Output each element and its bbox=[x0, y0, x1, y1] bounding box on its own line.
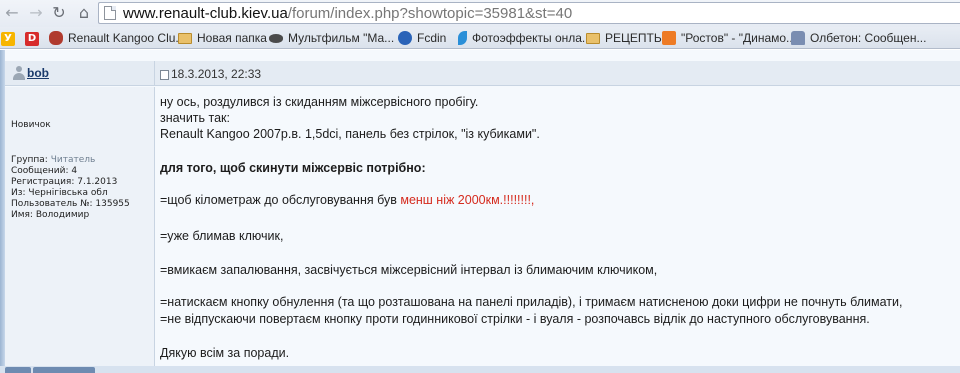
yellow-app-icon[interactable]: У bbox=[1, 32, 15, 46]
highlight-text: менш ніж 2000км.!!!!!!!!, bbox=[400, 193, 535, 207]
bookmark-new-folder[interactable]: Новая папка bbox=[178, 30, 267, 46]
bookmark-photo-effects[interactable]: Фотоэффекты онла... bbox=[458, 30, 592, 46]
blogger-icon bbox=[662, 31, 676, 45]
post-date: 18.3.2013, 22:33 bbox=[171, 67, 262, 81]
bookmark-fcdin[interactable]: Fcdin bbox=[398, 30, 446, 46]
folder-icon bbox=[586, 33, 600, 44]
user-group: Группа: Читатель bbox=[11, 155, 96, 165]
red-app-icon[interactable]: D bbox=[25, 32, 39, 46]
user-icon bbox=[13, 66, 25, 80]
post-icon bbox=[160, 70, 169, 80]
house-icon bbox=[791, 31, 805, 45]
eye-icon bbox=[269, 34, 283, 43]
body-step-1: =щоб кілометраж до обслуговування був ме… bbox=[160, 193, 535, 207]
renault-icon bbox=[49, 31, 63, 45]
leaf-icon bbox=[458, 31, 467, 45]
user-from: Из: Чернігівська обл bbox=[11, 188, 108, 198]
body-step-5: =не відпускаючи повертаєм кнопку проти г… bbox=[160, 312, 870, 326]
address-bar[interactable]: www.renault-club.kiev.ua/forum/index.php… bbox=[98, 2, 960, 24]
footer-button[interactable] bbox=[33, 367, 95, 373]
url-text[interactable]: www.renault-club.kiev.ua/forum/index.php… bbox=[123, 4, 572, 23]
folder-icon bbox=[178, 33, 192, 44]
author-link[interactable]: bob bbox=[27, 66, 49, 80]
bookmark-recipes[interactable]: РЕЦЕПТЫ bbox=[586, 30, 664, 46]
bookmark-cartoon[interactable]: Мультфильм "Ма... bbox=[269, 30, 394, 46]
bookmark-olbeton[interactable]: Олбетон: Сообщен... bbox=[791, 30, 926, 46]
browser-toolbar: ← → ↻ ⌂ www.renault-club.kiev.ua/forum/i… bbox=[0, 0, 960, 27]
body-line-1: ну ось, роздулився із скиданням міжсерві… bbox=[160, 95, 479, 109]
user-messages: Сообщений: 4 bbox=[11, 166, 78, 176]
user-number: Пользователь №: 135955 bbox=[11, 199, 130, 209]
user-info: Группа: Читатель Сообщений: 4 Регистраци… bbox=[11, 155, 130, 221]
dynamo-icon bbox=[398, 31, 412, 45]
body-line-3: Renault Kangoo 2007р.в. 1,5dci, панель б… bbox=[160, 127, 540, 141]
body-step-3: =вмикаєм запалювання, засвічується міжсе… bbox=[160, 263, 658, 277]
body-heading: для того, щоб скинути міжсервіс потрібно… bbox=[160, 161, 426, 175]
post-footer bbox=[0, 366, 960, 373]
body-line-2: значить так: bbox=[160, 111, 230, 125]
back-arrow-icon[interactable]: ← bbox=[2, 3, 22, 23]
bookmark-renault-kangoo[interactable]: Renault Kangoo Clu... bbox=[49, 30, 185, 46]
page-icon bbox=[104, 6, 116, 20]
user-name: Имя: Володимир bbox=[11, 210, 90, 220]
body-step-4: =натискаєм кнопку обнулення (та що розта… bbox=[160, 295, 903, 309]
reload-icon[interactable]: ↻ bbox=[49, 3, 69, 23]
forward-arrow-icon[interactable]: → bbox=[26, 3, 46, 23]
body-thanks: Дякую всім за поради. bbox=[160, 346, 290, 360]
footer-button[interactable] bbox=[5, 367, 31, 373]
user-registered: Регистрация: 7.1.2013 bbox=[11, 177, 118, 187]
bookmarks-bar: У D Renault Kangoo Clu... Новая папка Му… bbox=[0, 27, 960, 49]
user-rank: Новичок bbox=[11, 120, 51, 130]
home-icon[interactable]: ⌂ bbox=[74, 3, 94, 23]
bookmark-rostov-dynamo[interactable]: "Ростов" - "Динамо... bbox=[662, 30, 796, 46]
body-step-2: =уже блимав ключик, bbox=[160, 229, 284, 243]
